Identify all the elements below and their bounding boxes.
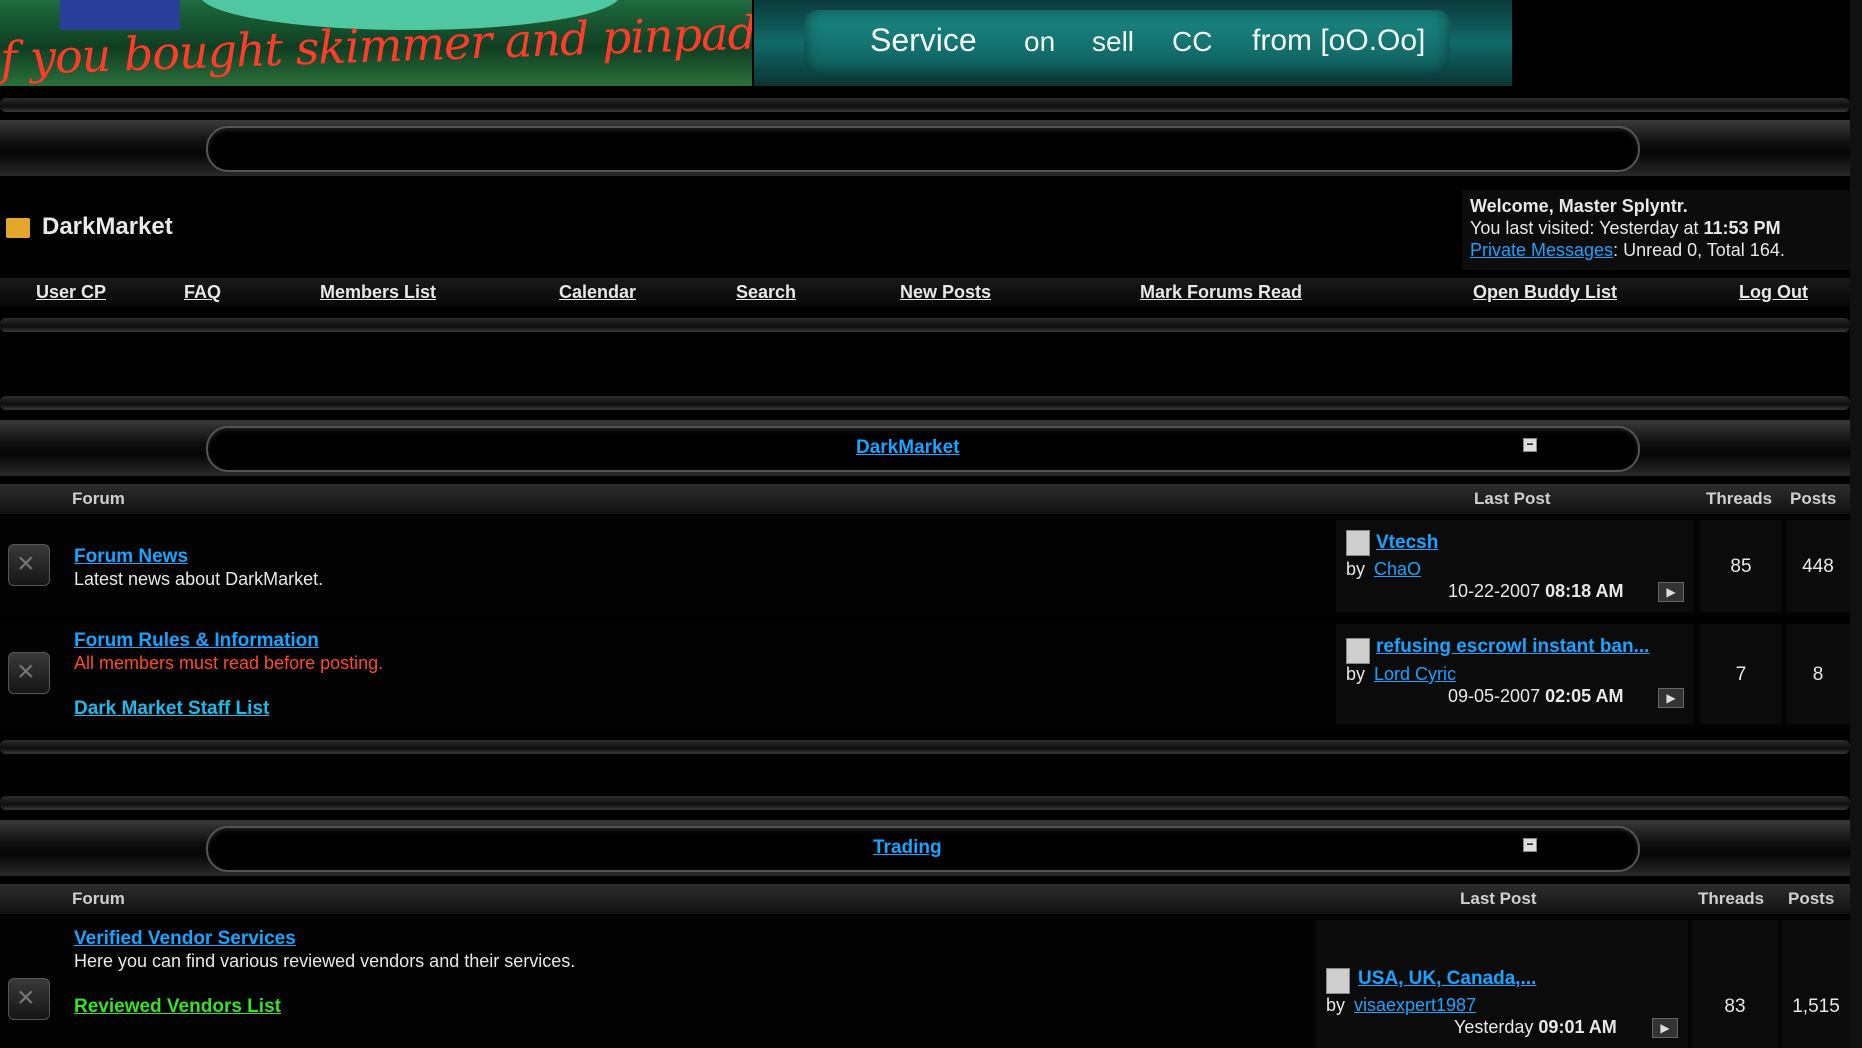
post-icon <box>1346 530 1370 556</box>
thread-count: 7 <box>1735 664 1747 685</box>
nav-faq[interactable]: FAQ <box>184 282 221 303</box>
nav-user-cp[interactable]: User CP <box>36 282 106 303</box>
forum-status-icon <box>8 978 50 1020</box>
last-post-cell: refusing escrowl instant ban... by Lord … <box>1336 624 1694 724</box>
last-post-time: 08:18 AM <box>1545 581 1624 601</box>
last-post-time: 02:05 AM <box>1545 686 1624 706</box>
go-to-last-post-icon[interactable]: ▶ <box>1652 1018 1678 1038</box>
welcome-box: Welcome, Master Splyntr. You last visite… <box>1462 190 1850 270</box>
last-visited-label: You last visited: Yesterday at <box>1470 218 1699 238</box>
threads-cell <box>1692 920 1778 1048</box>
collapse-icon[interactable]: − <box>1523 838 1537 852</box>
column-header-row: Forum Last Post Threads Posts <box>0 484 1850 514</box>
nav-log-out[interactable]: Log Out <box>1739 282 1808 303</box>
category-divider <box>0 796 1850 810</box>
forum-row: Forum Rules & Information All members mu… <box>0 620 1850 732</box>
col-posts: Posts <box>1790 489 1837 508</box>
posts-cell <box>1782 920 1850 1048</box>
col-posts: Posts <box>1788 889 1835 908</box>
column-header-row: Forum Last Post Threads Posts <box>0 884 1850 914</box>
nav-members-list[interactable]: Members List <box>320 282 436 303</box>
nav-open-buddy-list[interactable]: Open Buddy List <box>1473 282 1617 303</box>
col-last-post: Last Post <box>1460 889 1537 908</box>
last-post-cell: Vtecsh by ChaO 10-22-2007 08:18 AM ▶ <box>1336 520 1694 612</box>
category-title-trading[interactable]: Trading <box>873 837 942 859</box>
header-banner-left: f you bought skimmer and pinpad from Cha… <box>0 0 752 86</box>
last-post-user-link[interactable]: visaexpert1987 <box>1354 995 1476 1016</box>
service-sell: sell <box>1092 26 1135 57</box>
forum-description: Latest news about DarkMarket. <box>74 569 324 589</box>
last-post-date: 10-22-2007 <box>1448 581 1541 601</box>
last-post-by: by <box>1326 995 1346 1015</box>
col-threads: Threads <box>1698 889 1765 908</box>
col-threads: Threads <box>1706 489 1773 508</box>
forum-status-icon <box>8 544 50 586</box>
subforum-link[interactable]: Dark Market Staff List <box>74 698 269 720</box>
header-empty-area <box>1512 0 1862 86</box>
post-icon <box>1326 968 1350 994</box>
header-banner-service[interactable]: Service on sell CC from [oO.Oo] <box>754 0 1512 86</box>
category-title-darkmarket[interactable]: DarkMarket <box>856 437 960 459</box>
collapse-icon[interactable]: − <box>1523 438 1537 452</box>
folder-icon <box>6 218 30 238</box>
nav-search[interactable]: Search <box>736 282 796 303</box>
category-divider <box>0 740 1850 754</box>
thread-count: 85 <box>1730 556 1752 577</box>
last-post-title-link[interactable]: Vtecsh <box>1376 532 1438 554</box>
last-post-date: 09-05-2007 <box>1448 686 1541 706</box>
last-post-time: 09:01 AM <box>1538 1017 1617 1037</box>
service-on: on <box>1024 26 1056 57</box>
last-post-by: by <box>1346 664 1366 684</box>
pm-stats: : Unread 0, Total 164. <box>1613 240 1785 260</box>
col-forum: Forum <box>72 489 125 508</box>
go-to-last-post-icon[interactable]: ▶ <box>1658 688 1684 708</box>
service-cc: CC <box>1172 26 1213 57</box>
forum-description: Here you can find various reviewed vendo… <box>74 951 576 971</box>
col-last-post: Last Post <box>1474 489 1551 508</box>
go-to-last-post-icon[interactable]: ▶ <box>1658 582 1684 602</box>
nav-new-posts[interactable]: New Posts <box>900 282 991 303</box>
forum-row: Forum News Latest news about DarkMarket.… <box>0 516 1850 616</box>
forum-status-icon <box>8 652 50 694</box>
last-post-title-link[interactable]: refusing escrowl instant ban... <box>1376 636 1649 658</box>
page-title: DarkMarket <box>42 213 173 240</box>
last-post-cell: USA, UK, Canada,... by visaexpert1987 Ye… <box>1316 920 1688 1048</box>
nav-divider <box>0 318 1850 332</box>
last-visited-time: 11:53 PM <box>1703 218 1781 238</box>
last-post-title-link[interactable]: USA, UK, Canada,... <box>1358 968 1536 990</box>
nav-mark-forums-read[interactable]: Mark Forums Read <box>1140 282 1302 303</box>
thread-count: 83 <box>1724 996 1746 1017</box>
forum-name-link[interactable]: Verified Vendor Services <box>74 928 296 950</box>
last-post-user-link[interactable]: Lord Cyric <box>1374 664 1456 685</box>
service-word: Service <box>870 22 977 58</box>
category-divider <box>0 396 1850 410</box>
last-post-by: by <box>1346 559 1366 579</box>
top-divider <box>0 98 1850 112</box>
post-count: 1,515 <box>1792 996 1840 1017</box>
forum-name-link[interactable]: Forum Rules & Information <box>74 630 319 652</box>
post-count: 448 <box>1802 556 1834 577</box>
welcome-text: Welcome, Master Splyntr. <box>1470 196 1688 216</box>
subforum-link[interactable]: Reviewed Vendors List <box>74 996 281 1018</box>
service-from: from [oO.Oo] <box>1252 24 1426 57</box>
right-scroll-edge[interactable] <box>1850 0 1862 1048</box>
last-post-date: Yesterday <box>1454 1017 1534 1037</box>
post-count: 8 <box>1812 664 1824 685</box>
nav-calendar[interactable]: Calendar <box>559 282 636 303</box>
top-pill <box>206 126 1640 172</box>
forum-name-link[interactable]: Forum News <box>74 546 188 568</box>
forum-description: All members must read before posting. <box>74 653 384 673</box>
forum-row: Verified Vendor Services Here you can fi… <box>0 916 1850 1048</box>
last-post-user-link[interactable]: ChaO <box>1374 559 1421 580</box>
private-messages-link[interactable]: Private Messages <box>1470 240 1613 260</box>
col-forum: Forum <box>72 889 125 908</box>
post-icon <box>1346 638 1370 664</box>
